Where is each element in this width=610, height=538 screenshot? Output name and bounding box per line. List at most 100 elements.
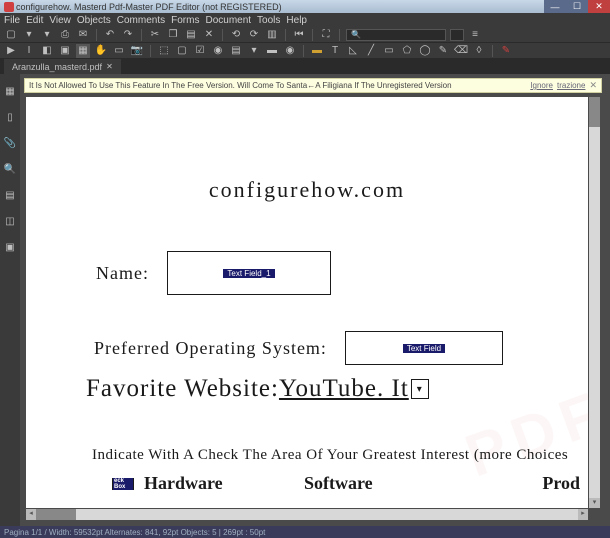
text-select-icon[interactable]: I <box>22 44 36 58</box>
copy-icon[interactable]: ❐ <box>166 28 180 42</box>
rotate-left-icon[interactable]: ⟲ <box>229 28 243 42</box>
scroll-right-icon[interactable]: ▸ <box>578 509 588 520</box>
eraser-icon[interactable]: ⌫ <box>454 44 468 58</box>
os-text-field[interactable]: Text Field <box>345 331 503 365</box>
ellipse-icon[interactable]: ◯ <box>418 44 432 58</box>
field-list-icon[interactable]: ▤ <box>229 44 243 58</box>
vertical-scrollbar[interactable]: ▴ ▾ <box>589 97 600 508</box>
scroll-left-icon[interactable]: ◂ <box>26 509 36 520</box>
edit-text-icon[interactable]: ▦ <box>76 44 90 58</box>
menu-edit[interactable]: Edit <box>26 15 43 26</box>
hardware-label: Hardware <box>144 473 223 494</box>
print-icon[interactable]: ⎙ <box>58 28 72 42</box>
close-window-button[interactable]: ✕ <box>588 0 610 13</box>
edit-form-icon[interactable]: ▣ <box>58 44 72 58</box>
scroll-down-icon[interactable]: ▾ <box>589 498 600 508</box>
left-sidebar: ▦ ▯ 📎 🔍 ▤ ◫ ▣ <box>0 74 20 526</box>
notice-ignore-link[interactable]: Ignore <box>530 81 553 90</box>
document-tab-bar: Aranzulla_masterd.pdf ✕ <box>0 59 610 74</box>
title-bar: configurehow. Masterd Pdf-Master PDF Edi… <box>0 0 610 13</box>
tab-close-icon[interactable]: ✕ <box>106 62 113 71</box>
rotate-right-icon[interactable]: ⟳ <box>247 28 261 42</box>
status-text: Pagina 1/1 / Width: 59532pt Alternates: … <box>4 528 265 537</box>
status-bar: Pagina 1/1 / Width: 59532pt Alternates: … <box>0 526 610 538</box>
vertical-scroll-thumb[interactable] <box>589 97 600 127</box>
document-tab[interactable]: Aranzulla_masterd.pdf ✕ <box>4 59 121 74</box>
app-icon <box>4 2 14 12</box>
minimize-button[interactable]: — <box>544 0 566 13</box>
choices-row: eck Box Hardware Software Prod <box>112 473 580 494</box>
favorite-combo-field[interactable]: ▾ <box>411 379 429 399</box>
menu-help[interactable]: Help <box>286 15 307 26</box>
menu-document[interactable]: Document <box>205 15 251 26</box>
select-icon[interactable]: ▭ <box>112 44 126 58</box>
menu-comments[interactable]: Comments <box>117 15 165 26</box>
maximize-button[interactable]: ☐ <box>566 0 588 13</box>
field-text-icon[interactable]: ▢ <box>175 44 189 58</box>
marker-icon[interactable]: ✎ <box>499 44 513 58</box>
new-file-icon[interactable]: ▢ <box>4 28 18 42</box>
search-panel-icon[interactable]: 🔍 <box>3 162 17 176</box>
highlight-icon[interactable]: ▬ <box>310 44 324 58</box>
window-controls: — ☐ ✕ <box>544 0 610 13</box>
pencil-icon[interactable]: ✎ <box>436 44 450 58</box>
cut-icon[interactable]: ✂ <box>148 28 162 42</box>
pdf-page[interactable]: PDF configurehow.com Name: Text Field_1 … <box>26 97 588 508</box>
callout-icon[interactable]: ◺ <box>346 44 360 58</box>
line-icon[interactable]: ╱ <box>364 44 378 58</box>
field-radio-icon[interactable]: ◉ <box>211 44 225 58</box>
text-icon[interactable]: T <box>328 44 342 58</box>
main-area: ▦ ▯ 📎 🔍 ▤ ◫ ▣ It Is Not Allowed To Use T… <box>0 74 610 526</box>
notice-register-link[interactable]: trazione <box>557 81 585 90</box>
field-sign-icon[interactable]: ◉ <box>283 44 297 58</box>
bookmarks-icon[interactable]: ▯ <box>3 110 17 124</box>
name-text-field[interactable]: Text Field_1 <box>167 251 331 295</box>
delete-icon[interactable]: ✕ <box>202 28 216 42</box>
save-icon[interactable]: ▾ <box>40 28 54 42</box>
notice-close-icon[interactable]: ✕ <box>589 80 597 91</box>
first-page-icon[interactable]: ⏮ <box>292 28 306 42</box>
menu-tools[interactable]: Tools <box>257 15 280 26</box>
polygon-icon[interactable]: ⬠ <box>400 44 414 58</box>
field-combo-icon[interactable]: ▾ <box>247 44 261 58</box>
menu-file[interactable]: File <box>4 15 20 26</box>
horizontal-scrollbar[interactable]: ◂ ▸ <box>26 509 588 520</box>
os-label: Preferred Operating System: <box>94 338 327 359</box>
edit-doc-icon[interactable]: ◧ <box>40 44 54 58</box>
pointer-icon[interactable]: ▶ <box>4 44 18 58</box>
toolbar-row-2: ▶ I ◧ ▣ ▦ ✋ ▭ 📷 ⬚ ▢ ☑ ◉ ▤ ▾ ▬ ◉ ▬ T ◺ ╱ … <box>0 43 610 59</box>
search-input[interactable] <box>346 29 446 41</box>
layers-icon[interactable]: ▤ <box>3 188 17 202</box>
thumbnails-icon[interactable]: ▦ <box>3 84 17 98</box>
rectangle-icon[interactable]: ▭ <box>382 44 396 58</box>
comments-icon[interactable]: ◫ <box>3 214 17 228</box>
open-file-icon[interactable]: ▾ <box>22 28 36 42</box>
search-options[interactable] <box>450 29 464 41</box>
os-row: Preferred Operating System: Text Field <box>94 331 503 365</box>
attachments-icon[interactable]: 📎 <box>3 136 17 150</box>
menu-objects[interactable]: Objects <box>77 15 111 26</box>
page-icon[interactable]: ▥ <box>265 28 279 42</box>
hardware-checkbox-field[interactable]: eck Box <box>112 478 134 490</box>
menu-icon[interactable]: ≡ <box>468 28 482 42</box>
menu-bar: File Edit View Objects Comments Forms Do… <box>0 13 610 27</box>
favorite-label-b: YouTube. It <box>279 375 409 403</box>
stamp-icon[interactable]: ◊ <box>472 44 486 58</box>
hand-icon[interactable]: ✋ <box>94 44 108 58</box>
fields-icon[interactable]: ▣ <box>3 240 17 254</box>
paste-icon[interactable]: ▤ <box>184 28 198 42</box>
name-row: Name: Text Field_1 <box>96 251 331 295</box>
undo-icon[interactable]: ↶ <box>103 28 117 42</box>
tab-label: Aranzulla_masterd.pdf <box>12 62 102 72</box>
window-title: configurehow. Masterd Pdf-Master PDF Edi… <box>16 2 282 12</box>
email-icon[interactable]: ✉ <box>76 28 90 42</box>
redo-icon[interactable]: ↷ <box>121 28 135 42</box>
fit-icon[interactable]: ⛶ <box>319 28 333 42</box>
field-button-icon[interactable]: ▬ <box>265 44 279 58</box>
link-icon[interactable]: ⬚ <box>157 44 171 58</box>
horizontal-scroll-thumb[interactable] <box>36 509 76 520</box>
field-check-icon[interactable]: ☑ <box>193 44 207 58</box>
menu-view[interactable]: View <box>49 15 71 26</box>
snapshot-icon[interactable]: 📷 <box>130 44 144 58</box>
menu-forms[interactable]: Forms <box>171 15 199 26</box>
